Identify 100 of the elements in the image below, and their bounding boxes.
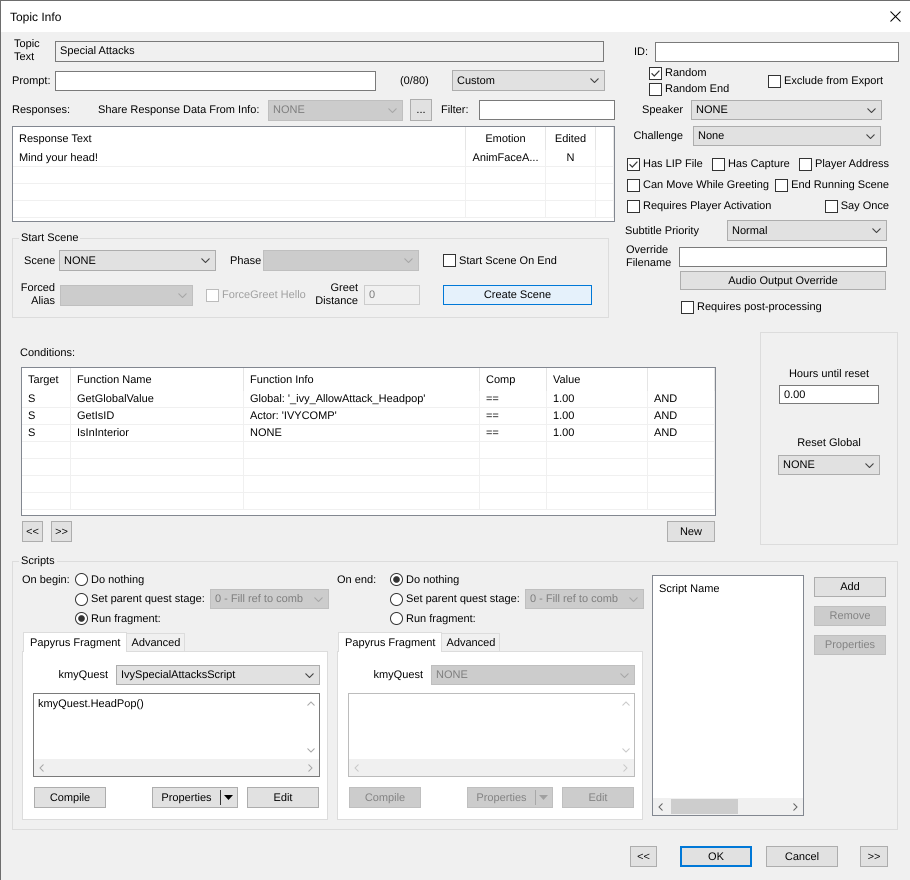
field-label: On begin:: [22, 572, 71, 586]
table-cell: N: [546, 150, 596, 166]
ok-button[interactable]: OK: [680, 846, 752, 867]
hours-field[interactable]: 0.00: [779, 385, 879, 404]
checkbox-label: Requires post-processing: [697, 300, 822, 314]
edit-button[interactable]: Edit: [247, 787, 319, 808]
checkbox[interactable]: [627, 158, 640, 170]
new-button[interactable]: New: [667, 521, 715, 542]
caret-icon: [305, 672, 314, 678]
kmyquest-dropdown[interactable]: IvySpecialAttacksScript: [116, 665, 320, 685]
checkbox[interactable]: [649, 82, 662, 96]
speaker-dropdown[interactable]: NONE: [691, 100, 882, 120]
group-title: Start Scene: [20, 231, 80, 245]
checkbox[interactable]: [824, 200, 838, 212]
radio-button[interactable]: [75, 573, 88, 586]
checkbox-label: Random: [665, 66, 707, 80]
field-label: ID:: [634, 45, 650, 59]
tab[interactable]: Advanced: [441, 633, 500, 651]
column-header[interactable]: Emotion: [466, 127, 546, 150]
checkbox[interactable]: [681, 300, 694, 314]
previous-button[interactable]: <<: [630, 846, 657, 867]
radio-button[interactable]: [390, 592, 403, 606]
caret-icon: [620, 672, 629, 678]
column-header[interactable]: Response Text: [13, 127, 466, 150]
checkbox-label: Has Capture: [728, 157, 790, 171]
checkbox[interactable]: [443, 254, 456, 267]
prompt-field[interactable]: [55, 70, 376, 90]
scene-dropdown[interactable]: NONE: [59, 250, 216, 271]
tab[interactable]: Papyrus Fragment: [338, 632, 442, 652]
caret-icon: [404, 258, 413, 263]
column-header[interactable]: Script Name: [659, 583, 720, 595]
add-button[interactable]: Add: [814, 577, 886, 597]
scrollbar[interactable]: [653, 798, 803, 815]
table-cell: ==: [480, 408, 547, 424]
field-label: Topic Text: [14, 38, 41, 64]
tab[interactable]: Advanced: [126, 633, 186, 651]
field-label: Scene: [24, 254, 56, 268]
caret-icon: [388, 108, 397, 112]
id-field[interactable]: [655, 42, 899, 62]
table-cell: Mind your head!: [13, 150, 466, 166]
chevron-left-icon[interactable]: [658, 802, 663, 810]
checkbox[interactable]: [768, 74, 781, 88]
radio-button[interactable]: [75, 592, 88, 606]
caret-icon: [314, 596, 323, 602]
topic-text-field[interactable]: Special Attacks: [55, 40, 604, 62]
tab[interactable]: Papyrus Fragment: [23, 632, 128, 652]
checkbox[interactable]: [775, 178, 788, 192]
scroll-thumb[interactable]: [671, 799, 738, 814]
previous-button[interactable]: <<: [22, 521, 43, 542]
next-button[interactable]: >>: [860, 846, 888, 867]
caret-icon: [865, 462, 874, 468]
checkbox[interactable]: [712, 158, 725, 170]
override-filename-field[interactable]: [679, 247, 887, 267]
column-header[interactable]: Function Name: [71, 368, 244, 391]
radio-label: Set parent quest stage:: [91, 592, 205, 606]
radio-button[interactable]: [390, 573, 403, 586]
browse-button[interactable]: ...: [410, 99, 432, 121]
filter-field[interactable]: [479, 100, 615, 120]
cancel-button[interactable]: Cancel: [766, 846, 838, 867]
checkbox[interactable]: [799, 158, 812, 170]
field-label: kmyQuest: [57, 668, 108, 682]
compile-button[interactable]: Compile: [34, 787, 106, 808]
reset-global-dropdown[interactable]: NONE: [778, 455, 880, 475]
radio-button[interactable]: [390, 612, 403, 625]
close-icon[interactable]: [890, 11, 901, 22]
checkbox[interactable]: [649, 66, 662, 80]
radio-button[interactable]: [75, 612, 88, 625]
checkbox-label: Exclude from Export: [784, 74, 884, 88]
field-label: Prompt:: [12, 74, 52, 88]
caret-icon: [629, 596, 638, 602]
caret-icon: [872, 228, 881, 233]
checkbox[interactable]: [627, 200, 640, 212]
column-header[interactable]: Function Info: [244, 368, 480, 391]
prompt-type-dropdown[interactable]: Custom: [452, 70, 605, 91]
field-label: On end:: [337, 572, 378, 586]
column-header[interactable]: Target: [22, 368, 71, 391]
table-cell: IsInInterior: [71, 425, 244, 441]
chevron-right-icon[interactable]: [793, 802, 798, 810]
column-header[interactable]: Comp: [480, 368, 547, 391]
radio-label: Set parent quest stage:: [406, 592, 520, 606]
field-label: Override Filename: [626, 244, 672, 270]
challenge-dropdown[interactable]: None: [693, 126, 881, 146]
radio-label: Do nothing: [406, 572, 460, 586]
column-header[interactable]: Value: [547, 368, 648, 391]
field-label: Subtitle Priority: [625, 224, 700, 238]
caret-icon: [201, 258, 210, 263]
table-cell: 1.00: [547, 425, 648, 441]
table-cell: Global: '_ivy_AllowAttack_Headpop': [244, 391, 480, 407]
table-cell: 1.00: [547, 408, 648, 424]
triangle-down-icon: [539, 795, 548, 800]
column-header[interactable]: Edited: [546, 127, 596, 150]
properties-button[interactable]: Properties: [152, 787, 238, 808]
subtitle-priority-dropdown[interactable]: Normal: [727, 220, 887, 241]
checkbox[interactable]: [627, 178, 640, 192]
next-button[interactable]: >>: [51, 521, 72, 542]
audio-output-override-button[interactable]: Audio Output Override: [680, 271, 886, 290]
field-label: Greet Distance: [314, 282, 358, 308]
checkbox-label: Has LIP File: [643, 157, 703, 171]
table-cell: S: [22, 391, 71, 407]
create-scene-button[interactable]: Create Scene: [443, 285, 592, 305]
